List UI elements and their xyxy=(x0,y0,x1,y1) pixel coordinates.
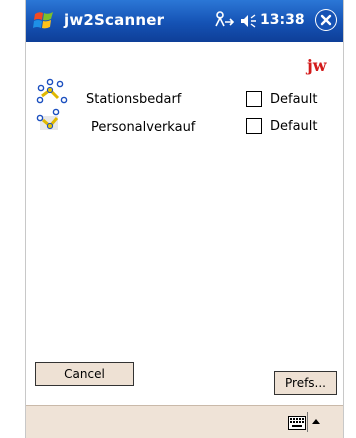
title-bar: jw2Scanner 13:38 xyxy=(26,0,343,42)
pocketpc-screen: jw2Scanner 13:38 jw Stationsbedarf Defau… xyxy=(25,0,344,438)
default-label: Default xyxy=(270,119,318,134)
connectivity-icon[interactable] xyxy=(214,10,236,30)
default-checkbox-personalverkauf[interactable] xyxy=(246,118,262,134)
cancel-button[interactable]: Cancel xyxy=(35,362,134,386)
arrow-up-icon[interactable] xyxy=(309,412,323,432)
jw-logo: jw xyxy=(307,56,327,75)
row-label: Personalverkauf xyxy=(91,120,196,135)
volume-icon[interactable] xyxy=(239,12,257,30)
clock[interactable]: 13:38 xyxy=(260,12,305,28)
keyboard-icon[interactable] xyxy=(288,416,306,430)
station-molecule-icon xyxy=(36,78,68,104)
list-item-personalverkauf[interactable]: Personalverkauf Default xyxy=(26,108,343,138)
menu-bar xyxy=(26,405,343,438)
divider xyxy=(307,412,308,432)
default-label: Default xyxy=(270,92,318,107)
row-label: Stationsbedarf xyxy=(86,92,182,107)
personal-molecule-icon xyxy=(36,108,60,130)
close-icon xyxy=(316,10,336,30)
close-button[interactable] xyxy=(315,9,337,31)
prefs-button[interactable]: Prefs... xyxy=(274,371,337,395)
default-checkbox-stationsbedarf[interactable] xyxy=(246,91,262,107)
list-item-stationsbedarf[interactable]: Stationsbedarf Default xyxy=(26,78,343,112)
app-title: jw2Scanner xyxy=(64,11,165,29)
windows-start-icon[interactable] xyxy=(32,8,58,34)
